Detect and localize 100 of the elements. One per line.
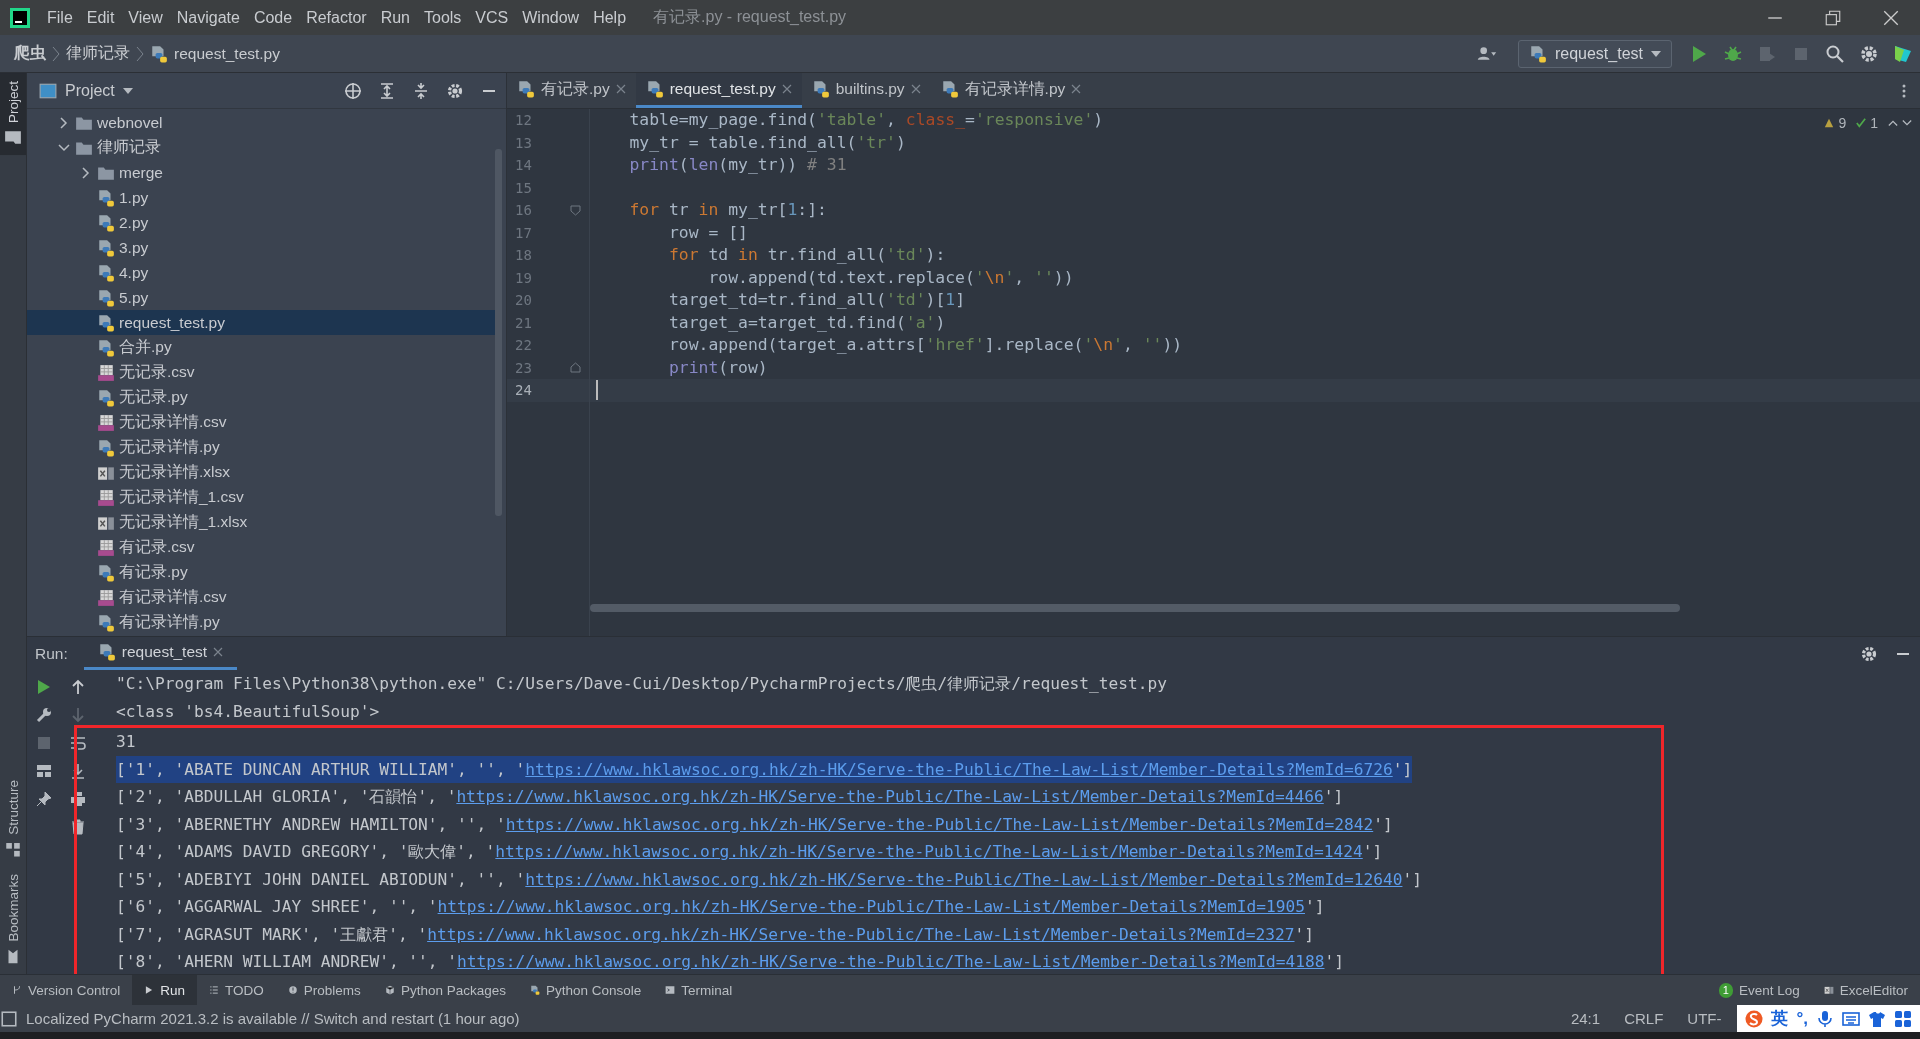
tree-item[interactable]: 3.py (27, 235, 495, 260)
close-icon[interactable] (615, 84, 626, 94)
tool-window-button[interactable]: Run (132, 975, 198, 1005)
breadcrumb[interactable]: request_test.py (148, 44, 282, 63)
link[interactable]: https://www.hklawsoc.org.hk/zh-HK/Serve-the-Public/The-Law-List/Member-Details?MemId=4188 (457, 952, 1325, 971)
tree-item[interactable]: 有记录详情.py (27, 610, 495, 635)
editor-tab[interactable]: 有记录.py (507, 73, 636, 108)
tree-item[interactable]: merge (27, 160, 495, 185)
scroll-to-end-icon[interactable] (69, 762, 87, 780)
tree-item[interactable]: 合并.py (27, 335, 495, 360)
link[interactable]: https://www.hklawsoc.org.hk/zh-HK/Serve-the-Public/The-Law-List/Member-Details?MemId=6726 (525, 759, 1393, 779)
keyboard-icon[interactable] (1842, 1009, 1860, 1028)
caret-position[interactable]: 24:1 (1570, 1010, 1601, 1027)
locate-icon[interactable] (344, 81, 362, 100)
close-icon[interactable] (910, 84, 921, 94)
panel-title-dropdown[interactable]: Project (27, 80, 139, 101)
tool-window-button[interactable]: Problems (275, 975, 373, 1005)
editor-tab[interactable]: builtins.py (801, 73, 931, 108)
run-tab[interactable]: request_test (83, 637, 238, 670)
toolbox-icon[interactable] (1893, 43, 1913, 64)
menu-item[interactable]: View (121, 0, 170, 35)
menu-item[interactable]: Refactor (299, 0, 374, 35)
run-configuration-dropdown[interactable]: request_test (1517, 39, 1672, 68)
side-tab[interactable]: Bookmarks (0, 866, 26, 974)
tree-item[interactable]: 有记录.csv (27, 535, 495, 560)
editor-tab[interactable]: 有记录详情.py (930, 73, 1092, 108)
tree-item[interactable]: request_test.py (27, 310, 495, 335)
scrollbar[interactable] (590, 604, 1680, 612)
breadcrumb[interactable]: 律师记录 (64, 43, 132, 64)
pin-icon[interactable] (35, 790, 53, 808)
tool-window-button[interactable]: Python Console (517, 975, 654, 1005)
tree-item[interactable]: 无记录详情.py (27, 435, 495, 460)
tree-item[interactable]: 1.py (27, 185, 495, 210)
caret-icon (1651, 48, 1661, 59)
tree-item[interactable]: 2.py (27, 210, 495, 235)
link[interactable]: https://www.hklawsoc.org.hk/zh-HK/Serve-the-Public/The-Law-List/Member-Details?MemId=4466 (456, 787, 1324, 806)
menu-item[interactable]: Edit (79, 0, 122, 35)
tree-item[interactable]: 律师记录 (27, 135, 495, 160)
wrench-icon[interactable] (35, 706, 53, 724)
tree-item[interactable]: 无记录详情.csv (27, 410, 495, 435)
close-icon[interactable] (1882, 8, 1900, 27)
side-tab[interactable]: Structure (0, 771, 26, 867)
tree-item[interactable]: 无记录详情_1.csv (27, 485, 495, 510)
link[interactable]: https://www.hklawsoc.org.hk/zh-HK/Serve-the-Public/The-Law-List/Member-Details?MemId=1905 (437, 897, 1305, 916)
breadcrumb[interactable]: 爬虫 (12, 43, 48, 64)
menu-item[interactable]: Window (515, 0, 587, 35)
menu-item[interactable]: Navigate (169, 0, 247, 35)
tree-item[interactable]: 无记录.py (27, 385, 495, 410)
settings-icon[interactable] (446, 81, 464, 100)
close-icon[interactable] (213, 647, 224, 657)
search-icon[interactable] (1825, 43, 1845, 64)
panel-toggle-icon[interactable] (0, 1009, 18, 1028)
close-icon[interactable] (1071, 84, 1082, 94)
link[interactable]: https://www.hklawsoc.org.hk/zh-HK/Serve-the-Public/The-Law-List/Member-Details?MemId=2327 (427, 924, 1295, 944)
settings-icon[interactable] (1859, 43, 1879, 64)
chevron-up-icon[interactable] (1888, 118, 1898, 128)
menu-item[interactable]: Code (246, 0, 300, 35)
link[interactable]: https://www.hklawsoc.org.hk/zh-HK/Serve-the-Public/The-Law-List/Member-Details?MemId=1424 (495, 842, 1363, 861)
tree-item[interactable]: 5.py (27, 285, 495, 310)
chevron-down-icon[interactable] (1902, 118, 1912, 128)
collapse-all-icon[interactable] (412, 81, 430, 100)
tool-window-button[interactable]: Version Control (0, 975, 133, 1005)
tree-item[interactable]: 无记录详情_1.xlsx (27, 510, 495, 535)
input-method-logo-icon[interactable] (1745, 1009, 1764, 1028)
link[interactable]: https://www.hklawsoc.org.hk/zh-HK/Serve-the-Public/The-Law-List/Member-Details?MemId=12640 (525, 869, 1403, 889)
tool-window-button[interactable]: 1 Event Log (1706, 975, 1812, 1005)
menu-item[interactable]: VCS (468, 0, 516, 35)
scrollbar[interactable] (495, 149, 502, 516)
tree-item[interactable]: webnovel (27, 110, 495, 135)
file-encoding[interactable]: UTF- (1687, 1010, 1722, 1027)
settings-icon[interactable] (1860, 644, 1878, 663)
expand-all-icon[interactable] (378, 81, 396, 100)
input-mode[interactable]: 英 (1771, 1007, 1789, 1030)
editor-tab[interactable]: request_test.py (635, 73, 802, 108)
grid-icon[interactable] (1894, 1009, 1912, 1028)
print-icon[interactable] (69, 790, 87, 808)
microphone-icon[interactable] (1816, 1009, 1834, 1028)
tool-window-button[interactable]: ExcelEditor (1811, 975, 1920, 1005)
link[interactable]: https://www.hklawsoc.org.hk/zh-HK/Serve-the-Public/The-Law-List/Member-Details?MemId=2842 (505, 814, 1374, 834)
tree-item[interactable]: 有记录详情.csv (27, 585, 495, 610)
restore-icon[interactable] (1824, 8, 1842, 27)
tree-item[interactable]: 4.py (27, 260, 495, 285)
close-icon[interactable] (781, 84, 792, 94)
side-tab[interactable]: Project (0, 73, 26, 156)
menu-item[interactable]: File (40, 0, 80, 35)
punctuation-mode[interactable]: °, (1796, 1008, 1808, 1029)
soft-wrap-icon[interactable] (69, 734, 87, 752)
tool-window-button[interactable]: Python Packages (372, 975, 518, 1005)
shirt-icon[interactable] (1868, 1009, 1886, 1028)
trash-icon[interactable] (69, 818, 87, 836)
tree-item[interactable]: 有记录.py (27, 560, 495, 585)
tool-window-button[interactable]: Terminal (653, 975, 745, 1005)
tool-window-button[interactable]: TODO (197, 975, 276, 1005)
line-separator[interactable]: CRLF (1624, 1010, 1664, 1027)
menu-item[interactable]: Run (373, 0, 417, 35)
layout-icon[interactable] (35, 762, 53, 780)
tree-item[interactable]: 无记录.csv (27, 360, 495, 385)
menu-item[interactable]: Help (586, 0, 634, 35)
tree-item[interactable]: 无记录详情.xlsx (27, 460, 495, 485)
menu-item[interactable]: Tools (417, 0, 469, 35)
